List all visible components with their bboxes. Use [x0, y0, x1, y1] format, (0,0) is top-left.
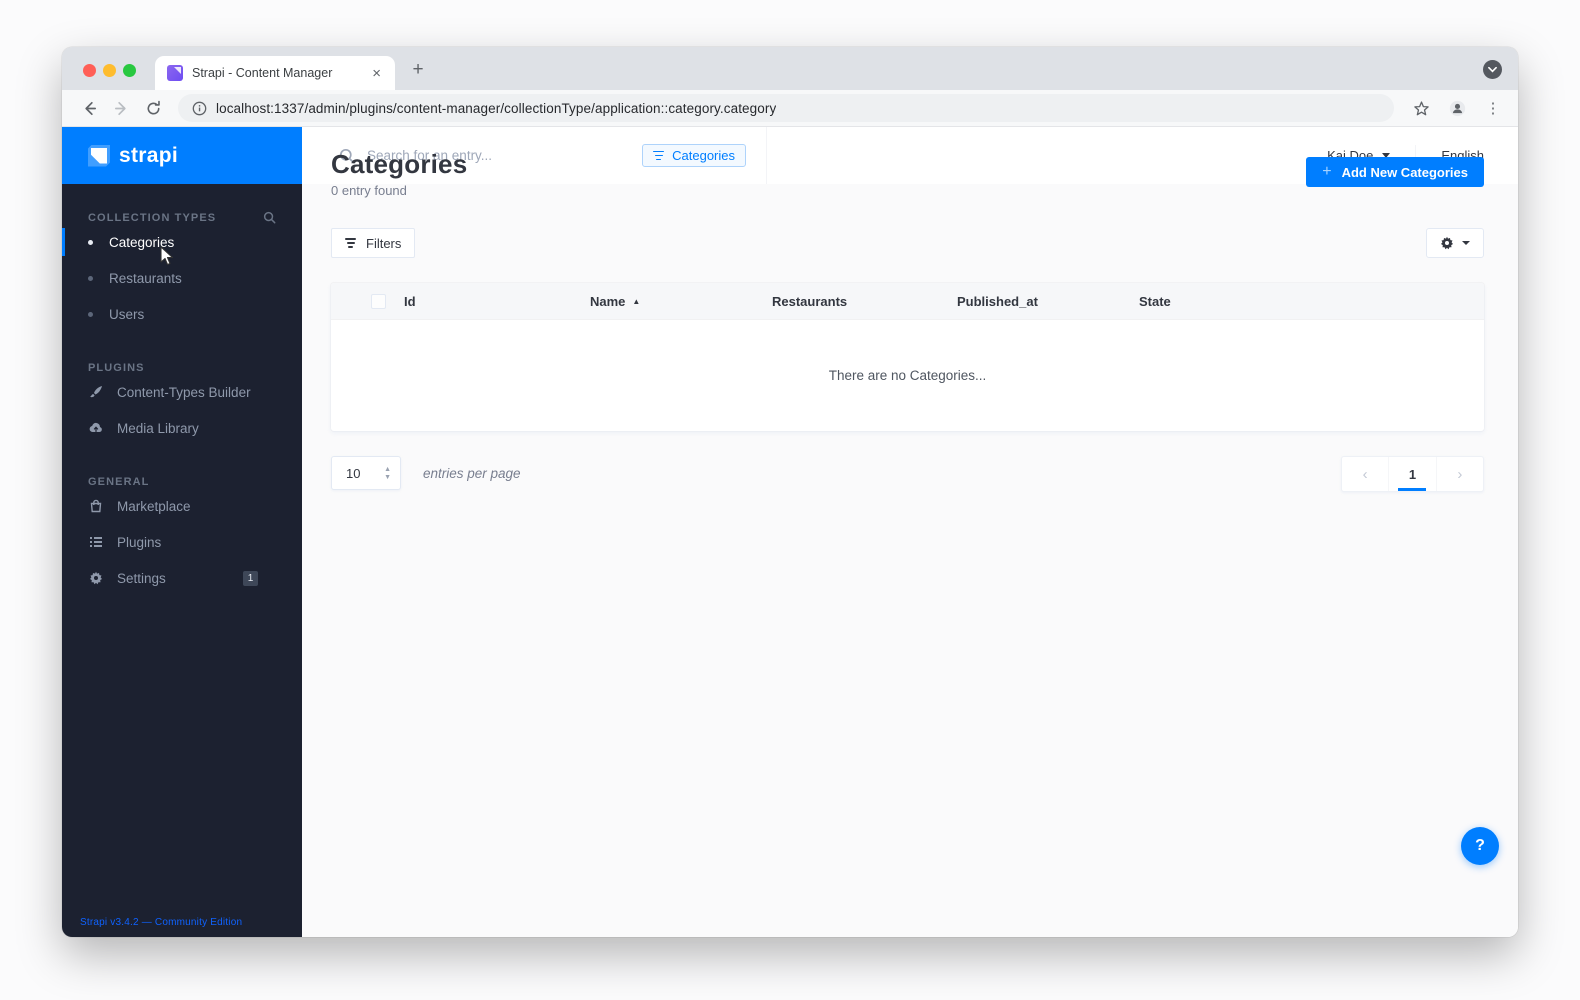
collection-filter-chip[interactable]: Categories — [642, 144, 746, 167]
browser-window: Strapi - Content Manager × + localhost:1… — [62, 47, 1518, 937]
browser-menu-icon[interactable]: ⋮ — [1480, 95, 1506, 121]
search-icon[interactable] — [263, 211, 276, 224]
strapi-version-link[interactable]: Strapi v3.4.2 — Community Edition — [80, 917, 242, 928]
window-controls — [83, 64, 136, 77]
bullet-icon — [88, 311, 93, 317]
help-button[interactable]: ? — [1461, 827, 1499, 865]
sidebar-item-categories[interactable]: Categories — [62, 224, 302, 260]
pagination: ‹ 1 › — [1341, 456, 1484, 492]
table-settings-button[interactable] — [1426, 228, 1484, 258]
add-new-categories-button[interactable]: + Add New Categories — [1306, 157, 1484, 187]
browser-toolbar: localhost:1337/admin/plugins/content-man… — [62, 90, 1518, 127]
gear-icon — [88, 571, 103, 586]
sort-asc-icon: ▲ — [632, 296, 641, 306]
table-empty-state: There are no Categories... — [331, 320, 1484, 431]
minimize-window-button[interactable] — [103, 64, 116, 77]
sidebar-item-content-types-builder[interactable]: Content-Types Builder — [62, 374, 302, 410]
table-header-row: Id Name ▲ Restaurants Published_at State — [331, 283, 1484, 320]
list-icon — [88, 535, 103, 550]
column-header-state[interactable]: State — [1139, 294, 1484, 309]
bookmark-star-icon[interactable] — [1408, 95, 1434, 121]
plus-icon: + — [1322, 163, 1332, 180]
sidebar-item-settings[interactable]: Settings 1 — [62, 560, 302, 596]
tab-title: Strapi - Content Manager — [192, 66, 333, 80]
main-content: Categories Kai Doe English Categories 0 … — [302, 127, 1518, 937]
section-plugins: PLUGINS — [88, 362, 145, 374]
filter-icon — [653, 150, 665, 161]
chevron-down-icon — [1462, 241, 1470, 245]
section-general: GENERAL — [88, 476, 150, 488]
empty-message: There are no Categories... — [828, 368, 987, 383]
page-number-button[interactable]: 1 — [1388, 457, 1435, 491]
search-tabs-icon[interactable] — [1483, 60, 1502, 79]
page-title: Categories — [331, 149, 468, 179]
filters-button[interactable]: Filters — [331, 228, 416, 258]
next-page-button[interactable]: › — [1435, 457, 1483, 491]
select-all-checkbox[interactable] — [371, 293, 386, 309]
bullet-icon — [88, 239, 93, 245]
strapi-logo-icon — [88, 144, 110, 167]
shopping-bag-icon — [88, 499, 103, 514]
section-collection-types: COLLECTION TYPES — [62, 211, 302, 224]
sidebar-item-marketplace[interactable]: Marketplace — [62, 488, 302, 524]
filter-icon — [345, 238, 356, 248]
sidebar-item-restaurants[interactable]: Restaurants — [62, 260, 302, 296]
strapi-favicon-icon — [167, 65, 183, 81]
sidebar-item-plugins[interactable]: Plugins — [62, 524, 302, 560]
column-header-id[interactable]: Id — [404, 294, 590, 309]
chevron-left-icon: ‹ — [1362, 465, 1368, 483]
cloud-upload-icon — [88, 421, 103, 436]
previous-page-button[interactable]: ‹ — [1342, 457, 1388, 491]
column-header-name[interactable]: Name ▲ — [590, 294, 772, 309]
browser-tab-strip: Strapi - Content Manager × + — [62, 47, 1518, 90]
brush-icon — [88, 385, 103, 400]
entries-per-page-label: entries per page — [423, 465, 521, 481]
new-tab-button[interactable]: + — [406, 58, 430, 82]
stepper-icons[interactable]: ▲ ▼ — [384, 457, 391, 489]
strapi-logo-text: strapi — [119, 143, 178, 167]
url-bar[interactable]: localhost:1337/admin/plugins/content-man… — [178, 94, 1394, 122]
categories-table: Id Name ▲ Restaurants Published_at State… — [331, 283, 1484, 431]
settings-notification-badge: 1 — [243, 570, 258, 586]
reload-icon[interactable] — [140, 95, 166, 121]
tab-close-icon[interactable]: × — [370, 65, 383, 82]
close-window-button[interactable] — [83, 64, 96, 77]
sidebar: strapi COLLECTION TYPES Categories Resta… — [62, 127, 302, 937]
gear-icon — [1441, 236, 1453, 250]
back-icon[interactable] — [76, 95, 102, 121]
chevron-right-icon: › — [1457, 465, 1463, 483]
site-info-icon[interactable] — [192, 101, 207, 116]
browser-profile-icon[interactable] — [1444, 95, 1470, 121]
url-text: localhost:1337/admin/plugins/content-man… — [216, 100, 777, 116]
sidebar-item-users[interactable]: Users — [62, 296, 302, 332]
strapi-logo[interactable]: strapi — [62, 127, 302, 184]
bullet-icon — [88, 275, 93, 281]
zoom-window-button[interactable] — [123, 64, 136, 77]
forward-icon[interactable] — [108, 95, 134, 121]
entry-count: 0 entry found — [331, 183, 407, 198]
column-header-restaurants[interactable]: Restaurants — [772, 294, 957, 309]
entries-per-page-select[interactable]: 10 ▲ ▼ — [331, 456, 401, 490]
browser-tab[interactable]: Strapi - Content Manager × — [155, 56, 395, 90]
sidebar-item-media-library[interactable]: Media Library — [62, 410, 302, 446]
column-header-published-at[interactable]: Published_at — [957, 294, 1139, 309]
